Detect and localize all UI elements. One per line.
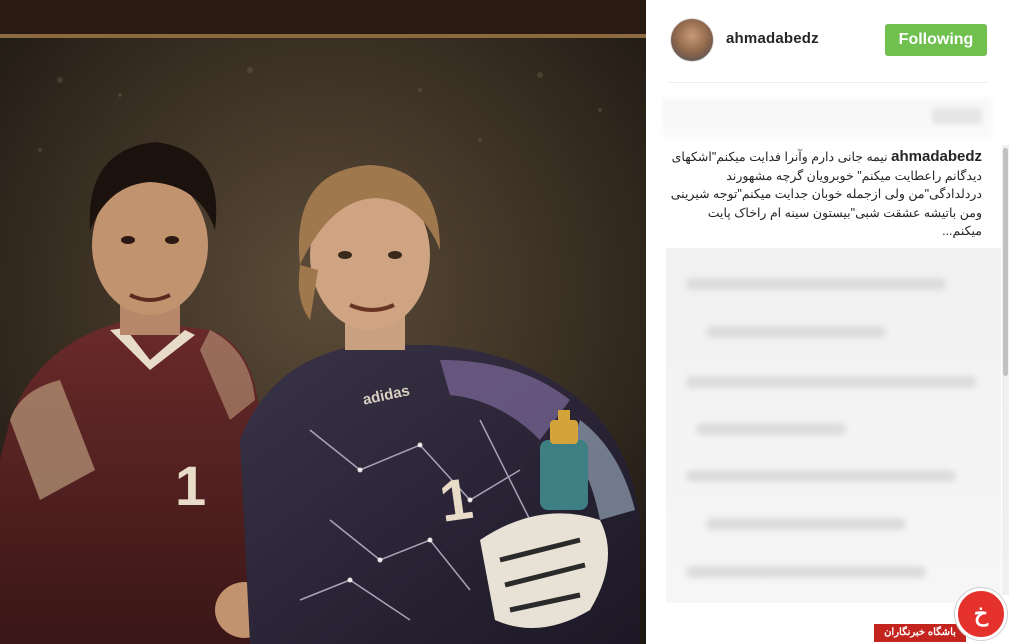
post-image-drawing: 1 adidas 1 bbox=[0, 0, 646, 644]
watermark-logo-letter: خ bbox=[973, 601, 989, 627]
svg-text:1: 1 bbox=[175, 454, 206, 517]
following-button[interactable]: Following bbox=[885, 24, 987, 56]
post-caption: ahmadabedz نیمه جانی دارم وآنرا فدایت می… bbox=[668, 148, 982, 241]
header-username[interactable]: ahmadabedz bbox=[726, 30, 819, 47]
watermark-logo-icon: خ bbox=[955, 588, 1007, 640]
blurred-likes-strip bbox=[662, 98, 992, 138]
caption-scrollbar-thumb[interactable] bbox=[1003, 148, 1008, 376]
watermark-label: باشگاه خبرنگاران bbox=[874, 624, 966, 642]
post-side-panel: ahmadabedz Following ahmadabedz نیمه جان… bbox=[646, 0, 1009, 644]
post-image[interactable]: 1 adidas 1 bbox=[0, 0, 646, 644]
caption-username[interactable]: ahmadabedz bbox=[891, 148, 982, 165]
blurred-comments-area bbox=[666, 248, 1001, 603]
avatar[interactable] bbox=[670, 18, 714, 62]
header-divider bbox=[668, 82, 988, 83]
